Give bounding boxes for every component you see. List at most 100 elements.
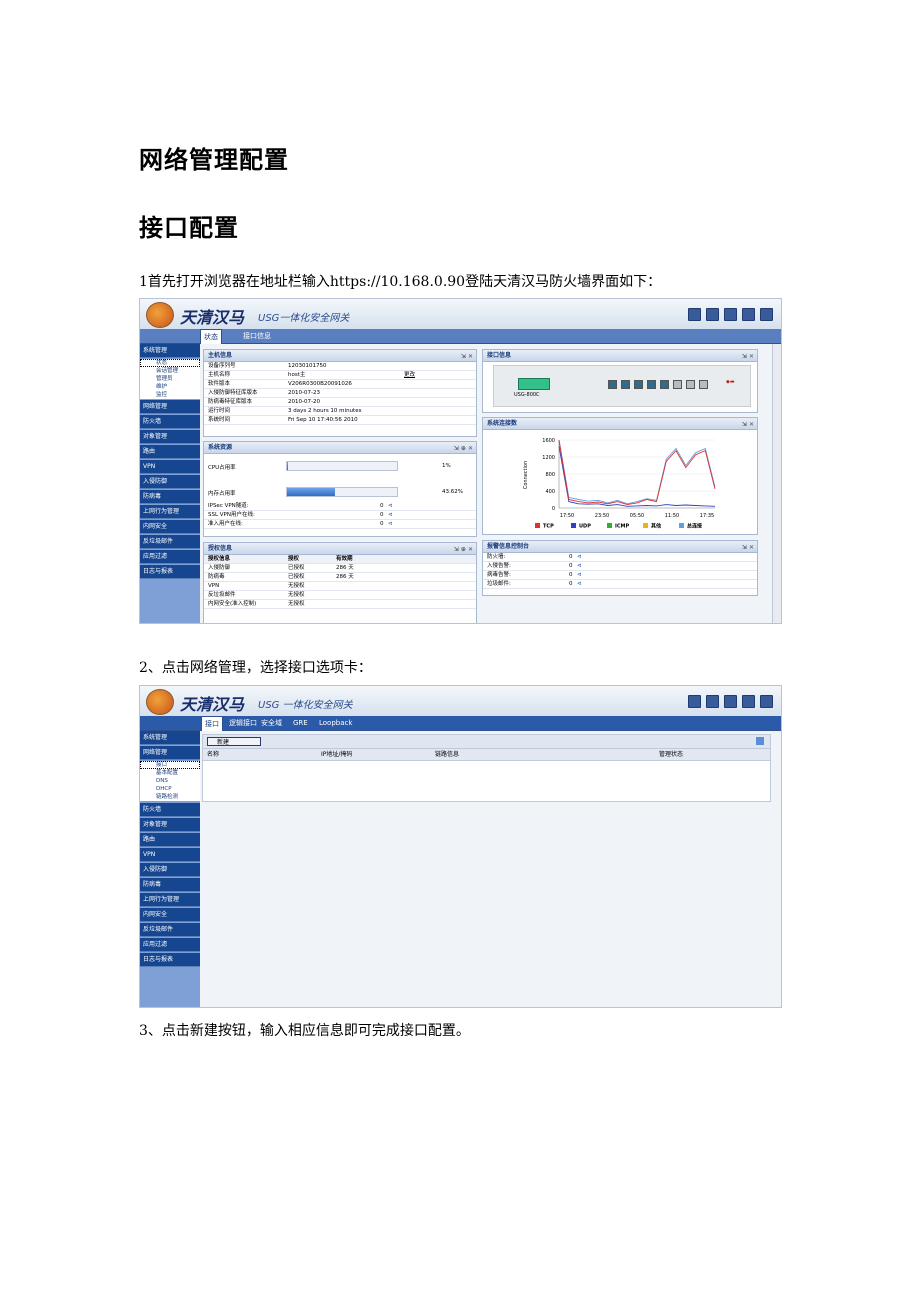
sidebar-item-9[interactable]: 应用过滤: [140, 938, 200, 952]
brand-name: 天清汉马: [180, 695, 245, 714]
tab-status[interactable]: 状态: [200, 329, 222, 344]
legend-label: TCP: [543, 524, 554, 530]
resource-row: IPSec VPN隧道: 0 ⊲: [204, 502, 476, 511]
sidebar-item-system[interactable]: 系统管理: [140, 344, 200, 358]
sidebar-sub-2[interactable]: DNS: [140, 777, 200, 785]
sidebar-item-intranet[interactable]: 内网安全: [140, 520, 200, 534]
sidebar-item-antispam[interactable]: 反垃圾邮件: [140, 535, 200, 549]
sidebar-sub-maintenance[interactable]: 维护: [140, 383, 200, 391]
detail-icon[interactable]: ⊲: [577, 580, 582, 588]
sidebar-item-ips[interactable]: 入侵防御: [140, 475, 200, 489]
change-link[interactable]: 更改: [404, 371, 415, 379]
sidebar-item-routing[interactable]: 路由: [140, 445, 200, 459]
panel-controls-icon[interactable]: ⇲ ✕: [742, 419, 754, 430]
sidebar-item-behavior[interactable]: 上网行为管理: [140, 505, 200, 519]
host-info-value: Fri Sep 10 17:40:56 2010: [288, 417, 358, 423]
display-icon[interactable]: [724, 695, 737, 708]
sidebar-sub-1[interactable]: 基本配置: [140, 769, 200, 777]
new-button[interactable]: 新建: [207, 737, 261, 746]
y-tick-label: 800: [545, 472, 555, 478]
panel-title: 系统连接数 ⇲ ✕: [483, 418, 757, 430]
port-icon: [634, 380, 643, 389]
license-col: 授权信息: [208, 556, 231, 562]
license-cell: 已授权: [288, 565, 305, 571]
tab-interface-info[interactable]: 接口信息: [240, 329, 274, 343]
device-screen-icon: [518, 378, 550, 390]
sidebar-item-logs[interactable]: 日志与报表: [140, 565, 200, 579]
resource-row: SSL VPN用户在线: 0 ⊲: [204, 511, 476, 520]
help-icon[interactable]: [706, 308, 719, 321]
toolbar: [688, 695, 773, 708]
detail-icon[interactable]: ⊲: [577, 571, 582, 579]
sidebar-item-10[interactable]: 日志与报表: [140, 953, 200, 967]
sidebar-item-firewall[interactable]: 防火墙: [140, 415, 200, 429]
detail-icon[interactable]: ⊲: [388, 511, 393, 519]
tab-3[interactable]: GRE: [290, 716, 311, 730]
panel-controls-icon[interactable]: ⇲ ⊕ ✕: [454, 443, 473, 454]
panel-controls-icon[interactable]: ⇲ ✕: [742, 351, 754, 362]
panel-controls-icon[interactable]: ⇲ ✕: [742, 542, 754, 553]
sidebar-item-network[interactable]: 网络管理: [140, 400, 200, 414]
detail-icon[interactable]: ⊲: [388, 502, 393, 510]
sidebar-item-vpn[interactable]: VPN: [140, 460, 200, 474]
display-icon[interactable]: [724, 308, 737, 321]
resource-key: 准入用户在线:: [208, 521, 243, 527]
sidebar-item-3[interactable]: VPN: [140, 848, 200, 862]
sidebar-item-7[interactable]: 内网安全: [140, 908, 200, 922]
sidebar-sub-0[interactable]: 接口: [140, 761, 200, 769]
sidebar-item-8[interactable]: 反垃圾邮件: [140, 923, 200, 937]
sidebar-sub-monitor[interactable]: 监控: [140, 391, 200, 399]
legend-swatch: [643, 523, 648, 528]
license-cell: 无授权: [288, 592, 305, 598]
step-1-text: 1首先打开浏览器在地址栏输入https://10.168.0.90登陆天清汉马防…: [139, 274, 662, 290]
legend-swatch: [607, 523, 612, 528]
panel-controls-icon[interactable]: ⇲ ⊕ ✕: [454, 544, 473, 555]
sidebar-sub-3[interactable]: DHCP: [140, 785, 200, 793]
sidebar-item-2[interactable]: 路由: [140, 833, 200, 847]
detail-icon[interactable]: ⊲: [577, 553, 582, 561]
sidebar-item-appfilter[interactable]: 应用过滤: [140, 550, 200, 564]
logout-icon[interactable]: [760, 695, 773, 708]
sidebar-sub-admin[interactable]: 管理员: [140, 375, 200, 383]
app-header: 天清汉马 USG一体化安全网关: [140, 299, 781, 330]
license-row: VPN 无授权: [204, 582, 476, 591]
detail-icon[interactable]: ⊲: [388, 520, 393, 528]
sidebar-item-4[interactable]: 入侵防御: [140, 863, 200, 877]
sidebar-item-antivirus[interactable]: 防病毒: [140, 490, 200, 504]
sidebar-item-1[interactable]: 对象管理: [140, 818, 200, 832]
panel-controls-icon[interactable]: ⇲ ✕: [461, 351, 473, 362]
sidebar-item-0[interactable]: 防火墙: [140, 803, 200, 817]
x-tick-label: 17:35: [700, 513, 714, 519]
refresh-icon[interactable]: [756, 737, 764, 745]
mem-bar: [286, 487, 398, 497]
sidebar-item-system[interactable]: 系统管理: [140, 731, 200, 745]
help-icon[interactable]: [706, 695, 719, 708]
save-icon[interactable]: [742, 695, 755, 708]
sidebar: 系统管理 状态 会话管理 管理员 维护 监控 网络管理 防火墙 对象管理 路由 …: [140, 344, 200, 623]
tab-4[interactable]: Loopback: [316, 716, 355, 730]
alarm-key: 病毒告警:: [487, 572, 511, 578]
panel-title: 授权信息 ⇲ ⊕ ✕: [204, 543, 476, 555]
home-icon[interactable]: [688, 695, 701, 708]
sidebar-item-6[interactable]: 上网行为管理: [140, 893, 200, 907]
sidebar-item-network[interactable]: 网络管理: [140, 746, 200, 760]
tab-1[interactable]: 逻辑接口: [226, 716, 260, 730]
license-row: 入侵防御 已授权 286 天: [204, 564, 476, 573]
home-icon[interactable]: [688, 308, 701, 321]
sidebar-sub-4[interactable]: 链路检测: [140, 793, 200, 801]
logout-icon[interactable]: [760, 308, 773, 321]
panel-title: 主机信息 ⇲ ✕: [204, 350, 476, 362]
save-icon[interactable]: [742, 308, 755, 321]
sidebar-item-objects[interactable]: 对象管理: [140, 430, 200, 444]
scrollbar[interactable]: [772, 344, 781, 623]
resource-value: 0: [380, 503, 384, 509]
detail-icon[interactable]: ⊲: [577, 562, 582, 570]
tab-2[interactable]: 安全域: [258, 716, 285, 730]
sidebar-item-5[interactable]: 防病毒: [140, 878, 200, 892]
sidebar-sub-session[interactable]: 会话管理: [140, 367, 200, 375]
license-cell: 内网安全(准入控制): [208, 601, 257, 607]
sidebar-sub-status[interactable]: 状态: [140, 359, 200, 367]
tab-0[interactable]: 接口: [201, 716, 223, 731]
alarm-key: 入侵告警:: [487, 563, 511, 569]
panel-title: 系统资源 ⇲ ⊕ ✕: [204, 442, 476, 454]
